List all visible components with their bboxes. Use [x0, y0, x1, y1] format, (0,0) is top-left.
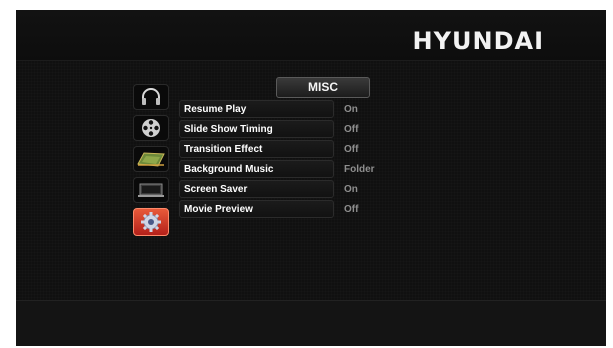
- setting-background-music[interactable]: Background Music: [179, 160, 334, 178]
- display-category[interactable]: [133, 177, 169, 203]
- misc-category[interactable]: [133, 208, 169, 236]
- display-icon: [138, 183, 164, 197]
- photo-icon: [137, 152, 165, 167]
- headphones-icon: [142, 88, 160, 105]
- setting-slide-show-timing[interactable]: Slide Show Timing: [179, 120, 334, 138]
- setting-movie-preview[interactable]: Movie Preview: [179, 200, 334, 218]
- tv-screen: HYUNDAI MISC Resume Play On Slide Show T…: [16, 10, 606, 346]
- setting-resume-play[interactable]: Resume Play: [179, 100, 334, 118]
- setting-value-screen-saver: On: [344, 184, 358, 195]
- footer-bar: [16, 300, 606, 346]
- setting-screen-saver[interactable]: Screen Saver: [179, 180, 334, 198]
- photo-category[interactable]: [133, 146, 169, 172]
- brand-logo: HYUNDAI: [412, 27, 544, 55]
- setting-value-slide-show-timing: Off: [344, 124, 359, 135]
- setting-value-movie-preview: Off: [344, 204, 359, 215]
- header-bar: HYUNDAI: [16, 10, 606, 61]
- audio-category[interactable]: [133, 84, 169, 110]
- tab-misc[interactable]: MISC: [276, 77, 370, 98]
- gear-icon: [141, 212, 161, 232]
- setting-value-transition-effect: Off: [344, 144, 359, 155]
- setting-value-resume-play: On: [344, 104, 358, 115]
- film-reel-icon: [142, 119, 160, 137]
- setting-value-background-music: Folder: [344, 164, 375, 175]
- setting-transition-effect[interactable]: Transition Effect: [179, 140, 334, 158]
- video-category[interactable]: [133, 115, 169, 141]
